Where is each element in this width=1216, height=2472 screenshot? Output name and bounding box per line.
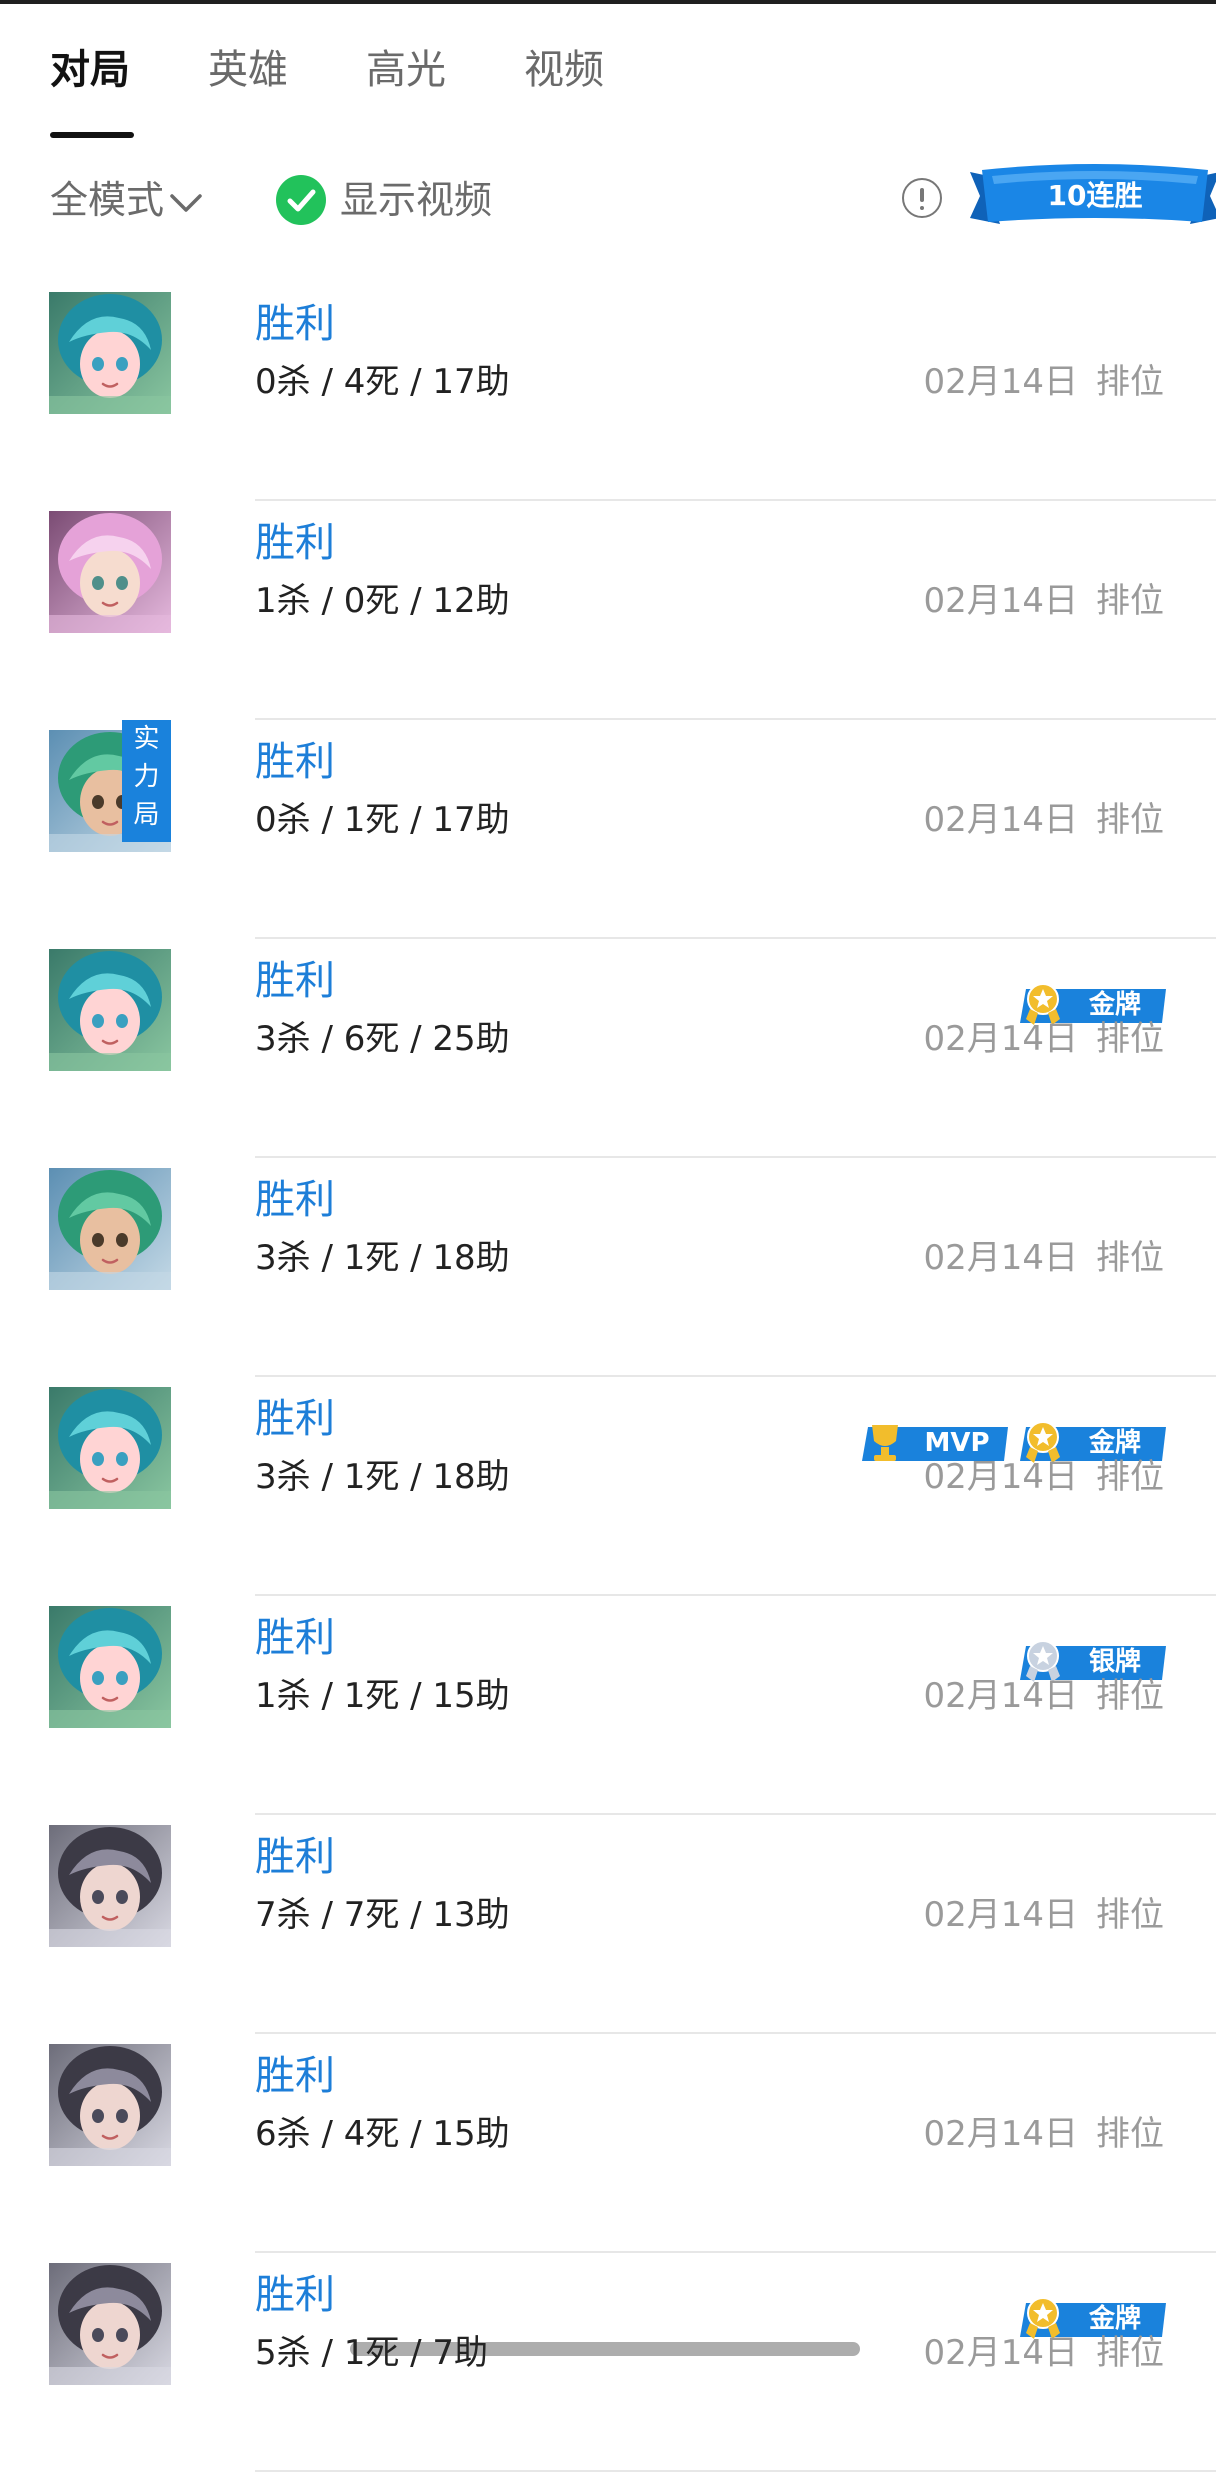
kda-stats: 3杀 / 1死 / 18助 bbox=[255, 1238, 510, 1278]
mode-label: 全模式 bbox=[50, 178, 165, 222]
match-date: 02月14日 bbox=[923, 1457, 1078, 1497]
match-date: 02月14日 bbox=[923, 2114, 1078, 2154]
match-result: 胜利 bbox=[255, 520, 335, 566]
hero-avatar[interactable] bbox=[49, 292, 171, 414]
match-date: 02月14日 bbox=[923, 1895, 1078, 1935]
hero-avatar[interactable] bbox=[49, 1168, 171, 1290]
match-result: 胜利 bbox=[255, 1396, 335, 1442]
tag-char: 实 bbox=[133, 724, 160, 754]
tab-matches[interactable]: 对局 bbox=[50, 40, 130, 100]
match-meta: 02月14日 排位 bbox=[923, 2327, 1164, 2379]
kda-stats: 1杀 / 1死 / 15助 bbox=[255, 1676, 510, 1716]
match-row[interactable]: 胜利 1杀 / 1死 / 15助 银牌 02月14日 排位 bbox=[0, 1596, 1216, 1815]
match-meta: 02月14日 排位 bbox=[923, 794, 1164, 846]
match-mode: 排位 bbox=[1096, 1019, 1164, 1059]
tag-char: 力 bbox=[133, 762, 160, 792]
match-date: 02月14日 bbox=[923, 581, 1078, 621]
match-row[interactable]: 胜利 3杀 / 1死 / 18助 MVP 金牌 02月14日 排位 bbox=[0, 1377, 1216, 1596]
match-mode: 排位 bbox=[1096, 1895, 1164, 1935]
match-result: 胜利 bbox=[255, 958, 335, 1004]
kda-stats: 7杀 / 7死 / 13助 bbox=[255, 1895, 510, 1935]
match-result: 胜利 bbox=[255, 2053, 335, 2099]
match-row[interactable]: 胜利 3杀 / 1死 / 18助 02月14日 排位 bbox=[0, 1158, 1216, 1377]
match-row[interactable]: 实力局 胜利 0杀 / 1死 / 17助 02月14日 排位 bbox=[0, 720, 1216, 939]
kda-stats: 3杀 / 6死 / 25助 bbox=[255, 1019, 510, 1059]
match-date: 02月14日 bbox=[923, 1238, 1078, 1278]
match-date: 02月14日 bbox=[923, 2333, 1078, 2373]
match-meta: 02月14日 排位 bbox=[923, 1013, 1164, 1065]
match-meta: 02月14日 排位 bbox=[923, 1451, 1164, 1503]
hero-avatar[interactable] bbox=[49, 2044, 171, 2166]
kda-stats: 6杀 / 4死 / 15助 bbox=[255, 2114, 510, 2154]
match-mode: 排位 bbox=[1096, 1676, 1164, 1716]
kda-stats: 3杀 / 1死 / 18助 bbox=[255, 1457, 510, 1497]
win-streak-badge: 10连胜 bbox=[970, 162, 1216, 238]
match-mode: 排位 bbox=[1096, 1238, 1164, 1278]
match-result: 胜利 bbox=[255, 2272, 335, 2318]
tab-heroes[interactable]: 英雄 bbox=[208, 40, 288, 100]
match-row[interactable]: 胜利 6杀 / 4死 / 15助 02月14日 排位 bbox=[0, 2034, 1216, 2253]
match-meta: 02月14日 排位 bbox=[923, 1889, 1164, 1941]
kda-stats: 1杀 / 0死 / 12助 bbox=[255, 581, 510, 621]
match-mode: 排位 bbox=[1096, 2114, 1164, 2154]
match-mode: 排位 bbox=[1096, 1457, 1164, 1497]
match-row[interactable]: 胜利 5杀 / 1死 / 7助 金牌 02月14日 排位 bbox=[0, 2253, 1216, 2472]
match-result: 胜利 bbox=[255, 1615, 335, 1661]
match-date: 02月14日 bbox=[923, 1019, 1078, 1059]
kda-stats: 0杀 / 1死 / 17助 bbox=[255, 800, 510, 840]
hero-avatar[interactable] bbox=[49, 2263, 171, 2385]
match-result: 胜利 bbox=[255, 1834, 335, 1880]
hero-avatar[interactable] bbox=[49, 1606, 171, 1728]
match-result: 胜利 bbox=[255, 301, 335, 347]
info-icon[interactable] bbox=[902, 178, 942, 218]
hero-avatar[interactable] bbox=[49, 1825, 171, 1947]
checkmark-icon bbox=[276, 175, 326, 225]
tab-videos[interactable]: 视频 bbox=[524, 40, 604, 100]
match-meta: 02月14日 排位 bbox=[923, 575, 1164, 627]
match-meta: 02月14日 排位 bbox=[923, 1232, 1164, 1284]
tab-highlights[interactable]: 高光 bbox=[366, 40, 446, 100]
match-meta: 02月14日 排位 bbox=[923, 2108, 1164, 2160]
filter-bar: 全模式 显示视频 10连胜 bbox=[50, 164, 1216, 230]
match-date: 02月14日 bbox=[923, 362, 1078, 402]
match-result: 胜利 bbox=[255, 739, 335, 785]
tag-badge: 实力局 bbox=[122, 720, 171, 842]
match-meta: 02月14日 排位 bbox=[923, 356, 1164, 408]
hero-avatar[interactable] bbox=[49, 1387, 171, 1509]
match-result: 胜利 bbox=[255, 1177, 335, 1223]
match-row[interactable]: 胜利 7杀 / 7死 / 13助 02月14日 排位 bbox=[0, 1815, 1216, 2034]
match-date: 02月14日 bbox=[923, 800, 1078, 840]
match-mode: 排位 bbox=[1096, 362, 1164, 402]
hero-avatar[interactable] bbox=[49, 949, 171, 1071]
hero-avatar[interactable] bbox=[49, 511, 171, 633]
match-mode: 排位 bbox=[1096, 581, 1164, 621]
match-row[interactable]: 胜利 1杀 / 0死 / 12助 02月14日 排位 bbox=[0, 501, 1216, 720]
home-indicator bbox=[350, 2342, 860, 2356]
win-streak-label: 10连胜 bbox=[1047, 179, 1143, 212]
match-mode: 排位 bbox=[1096, 2333, 1164, 2373]
active-tab-indicator bbox=[50, 132, 134, 138]
chevron-down-icon bbox=[170, 193, 202, 212]
top-edge bbox=[0, 0, 1216, 4]
match-mode: 排位 bbox=[1096, 800, 1164, 840]
match-row[interactable]: 胜利 0杀 / 4死 / 17助 02月14日 排位 bbox=[0, 282, 1216, 501]
mode-dropdown[interactable]: 全模式 bbox=[50, 170, 204, 230]
kda-stats: 0杀 / 4死 / 17助 bbox=[255, 362, 510, 402]
tag-char: 局 bbox=[133, 800, 160, 830]
match-row[interactable]: 胜利 3杀 / 6死 / 25助 金牌 02月14日 排位 bbox=[0, 939, 1216, 1158]
show-video-label: 显示视频 bbox=[340, 178, 493, 222]
match-meta: 02月14日 排位 bbox=[923, 1670, 1164, 1722]
match-date: 02月14日 bbox=[923, 1676, 1078, 1716]
